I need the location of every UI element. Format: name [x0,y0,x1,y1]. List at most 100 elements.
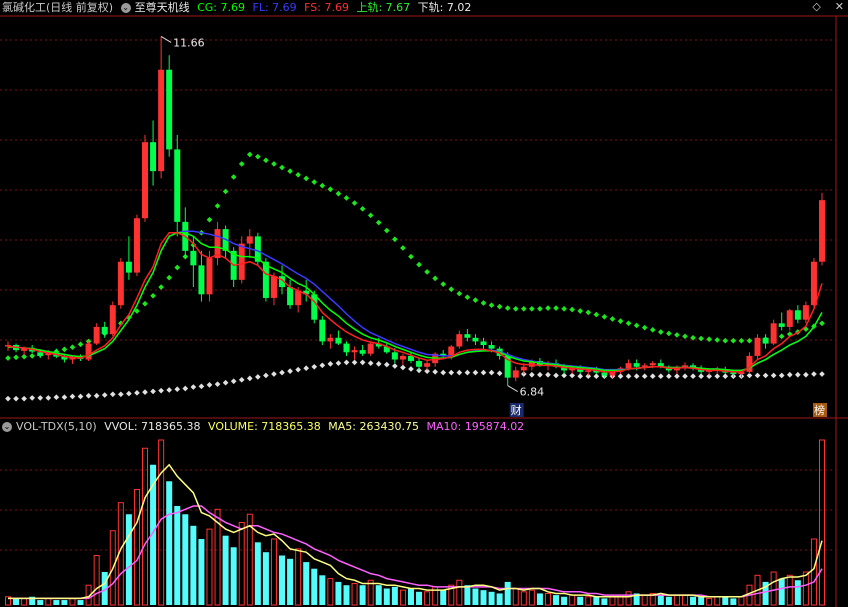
stock-name[interactable]: 氯碱化工(日线 前复权) [2,1,113,14]
volume-bar-down [794,580,801,605]
volume-bar-down [657,595,664,605]
lower-band-dot [770,372,777,379]
volume-bar-up [641,594,648,606]
candle-up [786,310,793,327]
volume-bar-down [464,585,471,605]
lower-band-dot [29,395,36,401]
lower-band-dot [778,372,785,379]
lower-band-dot [714,373,721,380]
diamond-icon[interactable]: ◇ [812,0,820,13]
volume-bar-up [810,538,817,606]
lower-band-dot [819,371,825,377]
candle-down [190,250,197,266]
upper-band-dot [383,227,390,234]
lower-band-dot [762,372,769,379]
upper-band-dot [311,179,318,185]
volume-bar-down [230,547,237,605]
upper-band-dot [819,320,825,327]
volume-bar-up [456,579,463,606]
upper-band-dot [722,337,729,344]
upper-band-dot [359,205,366,212]
upper-band-dot [537,305,543,312]
candle-up [802,305,809,320]
upper-band-dot [335,190,342,197]
candle-up [351,350,358,353]
ma5-label: MA5: 263430.75 [328,420,419,433]
upper-band-dot [432,275,438,282]
lower-band-dot [803,371,809,378]
upper-band-dot [682,333,688,340]
upper-band-dot [287,168,293,174]
lower-band-dot [472,369,479,376]
candle-down [480,341,487,346]
lower-band-dot [45,395,52,401]
candle-down [37,352,44,356]
volume-indicator-name[interactable]: VOL-TDX(5,10) [16,420,97,433]
lower-band-dot [158,387,164,394]
volume-bar-down [190,525,197,605]
volume-bar-up [681,594,688,606]
upper-band-dot [674,332,680,338]
volume-bar-down [407,588,414,605]
volume-bar-down [287,558,294,605]
candle-down [174,149,181,222]
close-icon[interactable]: ✕ [835,0,844,13]
volume-bar-up [512,588,519,606]
upper-band-dot [585,309,592,316]
upper-band-dot [778,333,785,340]
volume-bar-down [553,595,560,605]
upper-band-dot [142,300,148,307]
candle-up [512,370,519,378]
fl-line [8,230,823,372]
volume-bar-up [673,594,680,606]
lower-band-dot [633,373,640,380]
lower-band-dot [166,387,173,393]
upper-band-dot [569,306,575,313]
top-right-controls: ◇ ✕ [798,0,844,14]
upper-band-dot [150,292,156,299]
upper-band-dot [319,182,326,189]
upper-band-dot [649,326,656,333]
volume-bar-down [778,578,785,605]
lower-band-dot [85,392,92,399]
chart-canvas[interactable]: 11.66 6.84 财 榜 [0,0,848,607]
lower-band-dot [786,371,793,378]
candle-down [762,337,769,344]
upper-band-dot [5,355,11,361]
candle-up [246,236,253,244]
volume-bar-down [335,581,342,605]
candle-up [448,346,455,356]
volume-bar-up [351,583,358,606]
candle-down [730,372,737,375]
lower-band-dot [343,359,350,366]
volume-bar-down [77,600,84,605]
volume-bar-up [133,489,140,606]
volume-bar-down [198,539,205,605]
volume-bar-down [53,600,60,605]
lower-band-dot [53,394,60,401]
candle-up [206,258,213,295]
upper-band-dot [666,330,672,337]
upper-band-dot [69,344,76,351]
lower-band-dot [400,364,406,371]
indicator-dropdown-icon[interactable]: ⌄ [120,3,131,13]
upper-band-dot [504,305,511,311]
candle-down [101,326,108,335]
lower-band-dot [488,369,495,376]
upper-band-dot [601,313,608,320]
lower-band-dot [351,359,358,366]
volume-bar-up [142,447,149,606]
candle-up [399,355,406,360]
lower-band-dot [190,384,197,390]
vvol-label: VVOL: 718365.38 [104,420,201,433]
lower-band-dot [246,375,253,382]
lower-band-dot [134,390,140,396]
lower-band-dot [287,368,293,374]
lower-band-dot [811,371,817,377]
lower-band-dot [126,390,132,397]
upper-band-dot [472,297,479,303]
volume-dropdown-icon[interactable]: ⌄ [2,422,12,432]
upper-band-dot [424,269,430,275]
indicator-name[interactable]: 至尊天机线 [135,1,190,14]
upper-band-dot [416,261,422,268]
